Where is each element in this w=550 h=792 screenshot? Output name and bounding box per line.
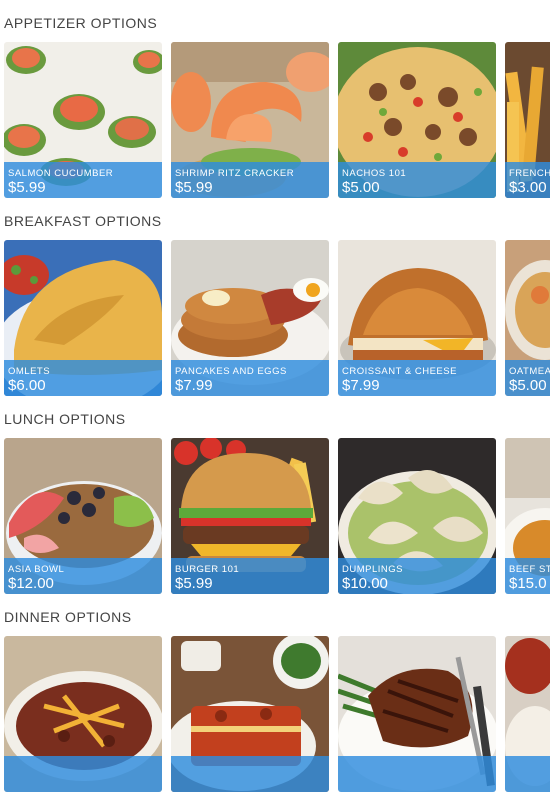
menu-item-name: ASIA BOWL (8, 564, 65, 575)
menu-item-name: PANCAKES AND EGGS (175, 366, 287, 377)
menu-item-price: $7.99 (175, 377, 213, 394)
menu-item-price: $7.99 (342, 377, 380, 394)
menu-card-dinner-3[interactable] (338, 636, 496, 792)
section-title-dinner: DINNER OPTIONS (4, 609, 132, 625)
carousel-dinner[interactable] (0, 634, 550, 792)
menu-card-dinner-2[interactable] (171, 636, 329, 792)
label-overlay (505, 756, 550, 792)
section-title-appetizer: APPETIZER OPTIONS (4, 15, 158, 31)
menu-item-name: DUMPLINGS (342, 564, 403, 575)
menu-card-nachos-101[interactable]: NACHOS 101 $5.00 (338, 42, 496, 198)
label-overlay (171, 756, 329, 792)
menu-item-price: $15.0 (509, 575, 547, 592)
menu-card-oatmeal[interactable]: OATMEA $5.00 (505, 240, 550, 396)
menu-item-name: FRENCH (509, 168, 550, 179)
menu-item-name: BURGER 101 (175, 564, 240, 575)
menu-card-dinner-1[interactable] (4, 636, 162, 792)
menu-item-name: BEEF ST (509, 564, 550, 575)
menu-card-shrimp-ritz-cracker[interactable]: SHRIMP RITZ CRACKER $5.99 (171, 42, 329, 198)
carousel-appetizer[interactable]: SALMON CUCUMBER $5.99 SHRIMP RITZ CRACKE… (0, 40, 550, 198)
menu-item-price: $12.00 (8, 575, 54, 592)
menu-item-price: $5.00 (342, 179, 380, 196)
menu-item-price: $3.00 (509, 179, 547, 196)
menu-item-price: $5.99 (8, 179, 46, 196)
menu-item-price: $5.99 (175, 575, 213, 592)
menu-card-salmon-cucumber[interactable]: SALMON CUCUMBER $5.99 (4, 42, 162, 198)
menu-item-name: NACHOS 101 (342, 168, 407, 179)
menu-item-price: $6.00 (8, 377, 46, 394)
section-lunch: LUNCH OPTIONS ASIA BOWL $12.00 BURGER 10… (0, 396, 550, 594)
menu-item-price: $5.99 (175, 179, 213, 196)
label-overlay (4, 756, 162, 792)
carousel-lunch[interactable]: ASIA BOWL $12.00 BURGER 101 $5.99 DUMPLI… (0, 436, 550, 594)
menu-item-name: SHRIMP RITZ CRACKER (175, 168, 295, 179)
menu-item-name: OMLETS (8, 366, 51, 377)
menu-item-price: $10.00 (342, 575, 388, 592)
menu-item-price: $5.00 (509, 377, 547, 394)
section-appetizer: APPETIZER OPTIONS SALMON CUCUMBER $5.99 (0, 0, 550, 198)
menu-card-dumplings[interactable]: DUMPLINGS $10.00 (338, 438, 496, 594)
section-title-lunch: LUNCH OPTIONS (4, 411, 126, 427)
label-overlay (338, 756, 496, 792)
menu-card-beef-stew[interactable]: BEEF ST $15.0 (505, 438, 550, 594)
menu-item-name: OATMEA (509, 366, 550, 377)
section-title-breakfast: BREAKFAST OPTIONS (4, 213, 162, 229)
carousel-breakfast[interactable]: OMLETS $6.00 PANCAKES AND EGGS $7.99 CRO… (0, 238, 550, 396)
menu-card-omlets[interactable]: OMLETS $6.00 (4, 240, 162, 396)
menu-card-french[interactable]: FRENCH $3.00 (505, 42, 550, 198)
menu-card-croissant-and-cheese[interactable]: CROISSANT & CHEESE $7.99 (338, 240, 496, 396)
menu-item-name: CROISSANT & CHEESE (342, 366, 457, 377)
menu-card-burger-101[interactable]: BURGER 101 $5.99 (171, 438, 329, 594)
menu-item-name: SALMON CUCUMBER (8, 168, 114, 179)
menu-card-asia-bowl[interactable]: ASIA BOWL $12.00 (4, 438, 162, 594)
menu-card-dinner-4[interactable] (505, 636, 550, 792)
section-dinner: DINNER OPTIONS (0, 594, 550, 792)
section-breakfast: BREAKFAST OPTIONS OMLETS $6.00 PANCAKES … (0, 198, 550, 396)
menu-card-pancakes-and-eggs[interactable]: PANCAKES AND EGGS $7.99 (171, 240, 329, 396)
